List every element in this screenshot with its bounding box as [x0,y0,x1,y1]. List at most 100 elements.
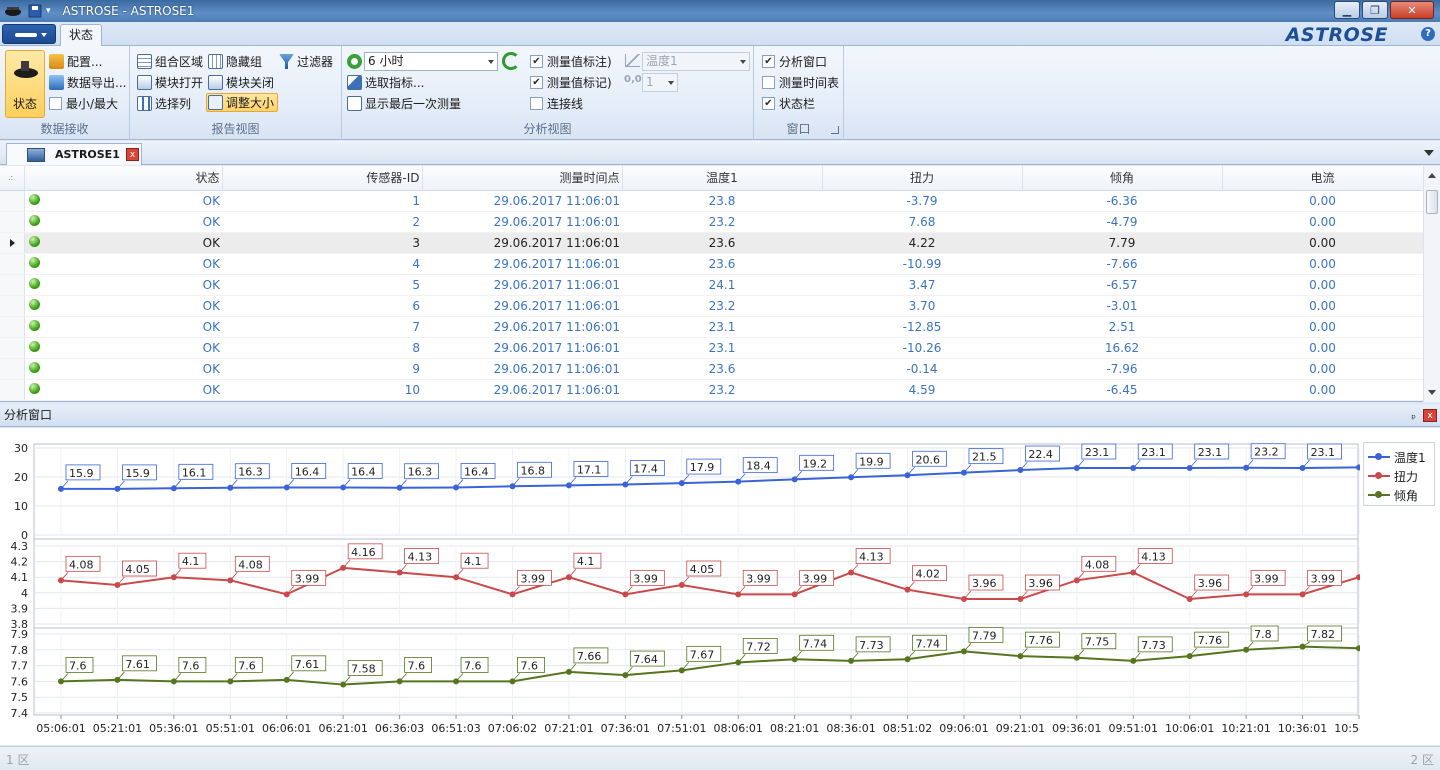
row-indicator[interactable] [0,211,25,233]
quick-access-dropdown-icon[interactable]: ▾ [46,6,51,16]
table-row[interactable]: OK 10 29.06.2017 11:06:01 23.2 4.59 -6.45 0.00 [0,379,1423,401]
cell-time[interactable]: 29.06.2017 11:06:01 [422,232,622,254]
module-open-button[interactable]: 模块打开 [137,73,203,92]
cell-temp1[interactable]: 23.6 [622,232,822,254]
table-row[interactable]: OK 8 29.06.2017 11:06:01 23.1 -10.26 16.62 0.0… [0,337,1423,359]
cell-time[interactable]: 29.06.2017 11:06:01 [422,316,622,338]
cell-sensor-id[interactable]: 3 [222,232,422,254]
row-indicator[interactable] [0,190,25,212]
table-row[interactable]: OK 2 29.06.2017 11:06:01 23.2 7.68 -4.79 0.00 [0,211,1423,233]
cell-temp1[interactable]: 23.1 [622,316,822,338]
cell-temp1[interactable]: 23.1 [622,337,822,359]
analysis-close-icon[interactable]: x [1423,409,1437,422]
table-row[interactable]: OK 7 29.06.2017 11:06:01 23.1 -12.85 2.51 0.00 [0,316,1423,338]
timetable-check-box[interactable] [762,76,775,89]
cell-time[interactable]: 29.06.2017 11:06:01 [422,211,622,233]
cell-temp1[interactable]: 23.6 [622,253,822,275]
cell-time[interactable]: 29.06.2017 11:06:01 [422,295,622,317]
cell-temp1[interactable]: 23.2 [622,379,822,401]
cell-time[interactable]: 29.06.2017 11:06:01 [422,253,622,275]
module-close-button[interactable]: 模块关闭 [208,73,274,92]
cell-sensor-id[interactable]: 8 [222,337,422,359]
cell-tilt[interactable]: 16.62 [1022,337,1222,359]
cell-current[interactable]: 0.00 [1222,316,1423,338]
help-icon[interactable]: ? [1421,27,1435,41]
cell-temp1[interactable]: 24.1 [622,274,822,296]
connect-line-checkbox[interactable]: 连接线 [530,94,583,113]
cell-status[interactable]: OK [24,337,222,359]
cell-torque[interactable]: -12.85 [822,316,1022,338]
pin-icon[interactable]: ᵖ [1411,408,1416,429]
minimize-button[interactable]: ▁ [1334,1,1360,19]
config-button[interactable]: 配置... [49,52,102,71]
col-header-tilt[interactable]: 倾角 [1022,166,1223,191]
cell-temp1[interactable]: 23.2 [622,211,822,233]
cell-sensor-id[interactable]: 4 [222,253,422,275]
cell-current[interactable]: 0.00 [1222,211,1423,233]
measurement-timetable-checkbox[interactable]: 测量时间表 [762,73,839,92]
cell-time[interactable]: 29.06.2017 11:06:01 [422,274,622,296]
table-row[interactable]: OK 5 29.06.2017 11:06:01 24.1 3.47 -6.57 0.00 [0,274,1423,296]
cell-sensor-id[interactable]: 6 [222,295,422,317]
cell-torque[interactable]: 7.68 [822,211,1022,233]
annotate-check-box[interactable]: ✔ [530,55,543,68]
tab-list-dropdown-icon[interactable] [1424,150,1434,156]
cell-current[interactable]: 0.00 [1222,253,1423,275]
cell-torque[interactable]: -10.26 [822,337,1022,359]
scroll-down-icon[interactable] [1428,390,1436,395]
doc-tab-close-icon[interactable]: x [126,148,139,161]
col-header-status[interactable]: 状态 [24,166,223,191]
cell-sensor-id[interactable]: 5 [222,274,422,296]
table-row[interactable]: OK 3 29.06.2017 11:06:01 23.6 4.22 7.79 0.00 [0,232,1423,254]
table-row[interactable]: OK 4 29.06.2017 11:06:01 23.6 -10.99 -7.66 0.0… [0,253,1423,275]
data-export-button[interactable]: 数据导出... [49,73,126,92]
cell-status[interactable]: OK [24,316,222,338]
refresh-icon[interactable] [502,52,520,70]
row-indicator[interactable] [0,316,25,338]
channel-select[interactable]: 温度1 [642,52,750,71]
table-row[interactable]: OK 6 29.06.2017 11:06:01 23.2 3.70 -3.01 0.00 [0,295,1423,317]
select-indicator-button[interactable]: 选取指标... [347,73,424,92]
cell-torque[interactable]: -0.14 [822,358,1022,380]
row-indicator[interactable] [0,358,25,380]
cell-current[interactable]: 0.00 [1222,190,1423,212]
cell-temp1[interactable]: 23.2 [622,295,822,317]
statusbar-checkbox[interactable]: ✔ 状态栏 [762,94,815,113]
cell-tilt[interactable]: -4.79 [1022,211,1222,233]
cell-temp1[interactable]: 23.8 [622,190,822,212]
restore-button[interactable]: ❐ [1362,1,1388,19]
cell-torque[interactable]: 4.22 [822,232,1022,254]
app-menu-button[interactable] [2,24,56,44]
cell-sensor-id[interactable]: 2 [222,211,422,233]
col-header-temp1[interactable]: 温度1 [622,166,823,191]
filter-button[interactable]: 过滤器 [279,52,333,71]
scroll-thumb[interactable] [1426,190,1438,214]
connect-check-box[interactable] [530,97,543,110]
cell-tilt[interactable]: -6.57 [1022,274,1222,296]
statusbar-check-box[interactable]: ✔ [762,97,775,110]
cell-sensor-id[interactable]: 10 [222,379,422,401]
doc-tab-astrose1[interactable]: ASTROSE1 x [6,143,142,165]
cell-torque[interactable]: 4.59 [822,379,1022,401]
cell-status[interactable]: OK [24,295,222,317]
row-indicator[interactable] [0,274,25,296]
col-header-torque[interactable]: 扭力 [822,166,1023,191]
row-indicator[interactable] [0,232,25,254]
analysis-window-checkbox[interactable]: ✔ 分析窗口 [762,52,827,71]
cell-current[interactable]: 0.00 [1222,337,1423,359]
col-header-sensor-id[interactable]: 传感器-ID [222,166,423,191]
cell-status[interactable]: OK [24,232,222,254]
dialog-launcher-icon[interactable] [831,126,839,134]
tab-status[interactable]: 状态 [60,24,102,47]
minmax-check-box[interactable] [49,97,62,110]
cell-current[interactable]: 0.00 [1222,379,1423,401]
period-select[interactable]: 6 小时 [364,52,498,71]
cell-current[interactable]: 0.00 [1222,274,1423,296]
col-header-time[interactable]: 测量时间点 [422,166,623,191]
cell-tilt[interactable]: -7.96 [1022,358,1222,380]
scroll-up-icon[interactable] [1428,173,1436,178]
show-last-measurement-button[interactable]: 显示最后一次测量 [347,94,461,113]
row-indicator[interactable] [0,295,25,317]
row-indicator[interactable] [0,253,25,275]
cell-sensor-id[interactable]: 7 [222,316,422,338]
